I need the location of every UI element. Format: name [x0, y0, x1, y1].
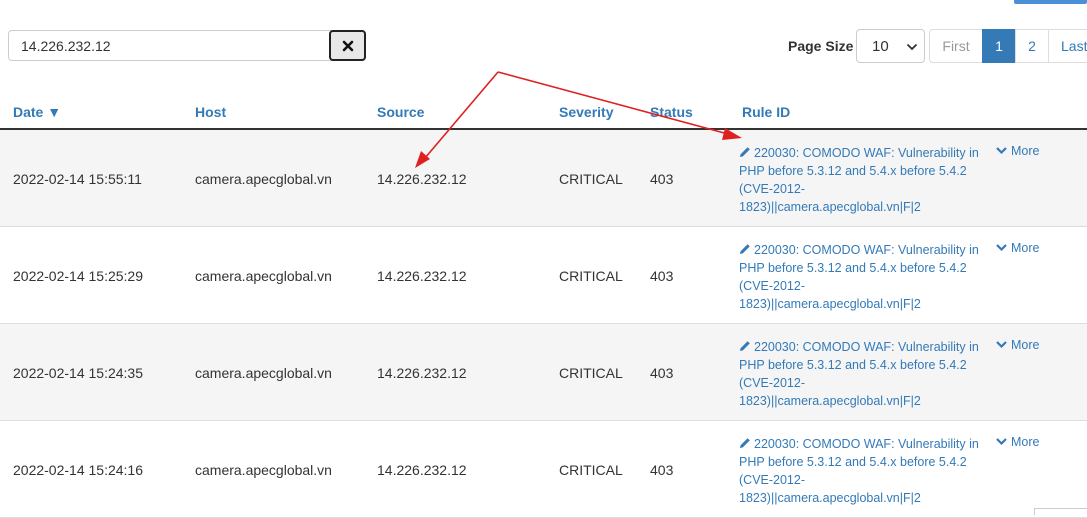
more-label: More [1011, 144, 1040, 158]
rule-text: 220030: COMODO WAF: Vulnerability in PHP… [739, 146, 979, 214]
chevron-down-icon [996, 147, 1007, 155]
pencil-icon [740, 244, 750, 254]
cell-date: 2022-02-14 15:24:16 [13, 462, 143, 478]
more-label: More [1011, 241, 1040, 255]
cell-status: 403 [650, 462, 674, 478]
pagination-first[interactable]: First [929, 29, 983, 63]
cell-host: camera.apecglobal.vn [195, 462, 332, 478]
top-action-button[interactable] [1014, 0, 1087, 4]
chevron-down-icon [996, 341, 1007, 349]
column-header-status[interactable]: Status [650, 104, 693, 120]
search-input[interactable] [8, 30, 366, 61]
cell-severity: CRITICAL [559, 268, 623, 284]
pencil-icon [740, 341, 750, 351]
table-row: 2022-02-14 15:24:35 camera.apecglobal.vn… [0, 324, 1087, 421]
cell-date: 2022-02-14 15:55:11 [13, 171, 142, 187]
column-header-rule-id[interactable]: Rule ID [742, 104, 790, 120]
table-row: 2022-02-14 15:24:16 camera.apecglobal.vn… [0, 421, 1087, 518]
pagination-last[interactable]: Last [1048, 29, 1087, 63]
chevron-down-icon [906, 43, 918, 51]
cell-status: 403 [650, 365, 674, 381]
more-label: More [1011, 435, 1040, 449]
pagination-page-2[interactable]: 2 [1015, 29, 1049, 63]
cell-source: 14.226.232.12 [377, 365, 467, 381]
cell-severity: CRITICAL [559, 365, 623, 381]
annotation-arrow-to-rule [497, 71, 729, 135]
cell-source: 14.226.232.12 [377, 171, 467, 187]
cell-date: 2022-02-14 15:25:29 [13, 268, 143, 284]
rule-link[interactable]: 220030: COMODO WAF: Vulnerability in PHP… [739, 338, 979, 410]
cell-source: 14.226.232.12 [377, 462, 467, 478]
rule-text: 220030: COMODO WAF: Vulnerability in PHP… [739, 340, 979, 408]
page-size-label: Page Size [788, 38, 854, 54]
cell-host: camera.apecglobal.vn [195, 365, 332, 381]
column-header-host[interactable]: Host [195, 104, 226, 120]
cell-host: camera.apecglobal.vn [195, 171, 332, 187]
chevron-down-icon [996, 438, 1007, 446]
more-label: More [1011, 338, 1040, 352]
cell-severity: CRITICAL [559, 171, 623, 187]
pencil-icon [740, 147, 750, 157]
rule-link[interactable]: 220030: COMODO WAF: Vulnerability in PHP… [739, 435, 979, 507]
column-header-severity[interactable]: Severity [559, 104, 613, 120]
cell-host: camera.apecglobal.vn [195, 268, 332, 284]
cell-source: 14.226.232.12 [377, 268, 467, 284]
more-button[interactable]: More [996, 435, 1039, 449]
more-button[interactable]: More [996, 338, 1039, 352]
scrollbar-stub[interactable] [1034, 508, 1087, 515]
table-row: 2022-02-14 15:25:29 camera.apecglobal.vn… [0, 227, 1087, 324]
cell-status: 403 [650, 268, 674, 284]
rule-link[interactable]: 220030: COMODO WAF: Vulnerability in PHP… [739, 144, 979, 216]
close-icon [342, 40, 353, 51]
column-header-date[interactable]: Date ▼ [13, 104, 61, 120]
cell-date: 2022-02-14 15:24:35 [13, 365, 143, 381]
cell-status: 403 [650, 171, 674, 187]
more-button[interactable]: More [996, 241, 1039, 255]
pagination-page-1[interactable]: 1 [982, 29, 1016, 63]
more-button[interactable]: More [996, 144, 1039, 158]
rule-link[interactable]: 220030: COMODO WAF: Vulnerability in PHP… [739, 241, 979, 313]
pencil-icon [740, 438, 750, 448]
rule-text: 220030: COMODO WAF: Vulnerability in PHP… [739, 243, 979, 311]
rule-text: 220030: COMODO WAF: Vulnerability in PHP… [739, 437, 979, 505]
table-row: 2022-02-14 15:55:11 camera.apecglobal.vn… [0, 130, 1087, 227]
column-header-source[interactable]: Source [377, 104, 424, 120]
clear-search-button[interactable] [329, 30, 366, 61]
chevron-down-icon [996, 244, 1007, 252]
page-size-value: 10 [872, 37, 889, 55]
page-size-select[interactable]: 10 [856, 29, 925, 63]
cell-severity: CRITICAL [559, 462, 623, 478]
